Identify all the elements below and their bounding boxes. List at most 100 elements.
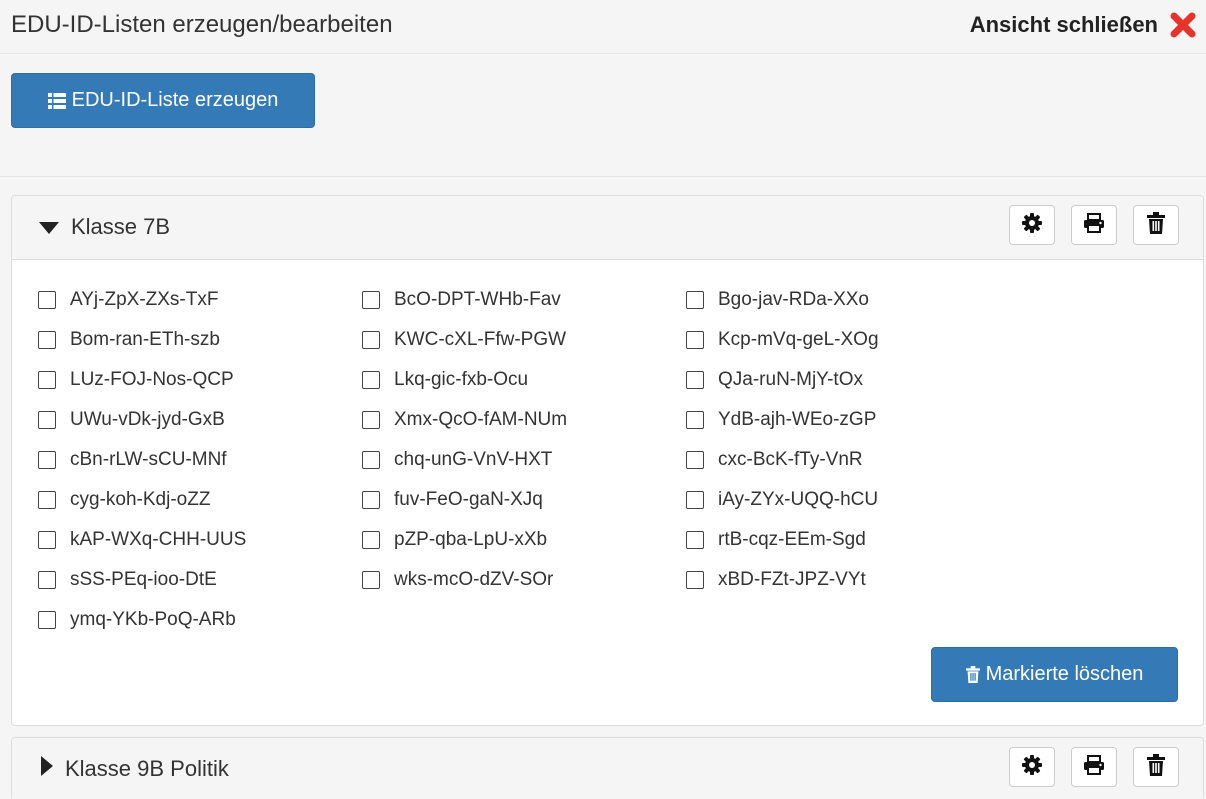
settings-button[interactable] xyxy=(1009,747,1055,787)
edu-id-item[interactable]: YdB-ajh-WEo-zGP xyxy=(686,400,876,440)
edu-id-item[interactable]: Xmx-QcO-fAM-NUm xyxy=(362,400,567,440)
delete-marked-button[interactable]: Markierte löschen xyxy=(931,647,1178,702)
edu-id-checkbox[interactable] xyxy=(362,531,380,549)
edu-id-checkbox[interactable] xyxy=(38,491,56,509)
print-icon xyxy=(1083,212,1105,238)
edu-id-checkbox[interactable] xyxy=(38,411,56,429)
edu-id-label: chq-unG-VnV-HXT xyxy=(394,449,553,470)
list-panel: Klasse 7B AYj-ZpX-ZXs-TxF BcO-DPT-WHb-Fa… xyxy=(11,195,1204,726)
edu-id-label: cBn-rLW-sCU-MNf xyxy=(70,449,227,470)
edu-id-checkbox[interactable] xyxy=(38,291,56,309)
close-view-link[interactable]: Ansicht schließen xyxy=(970,10,1198,40)
caret-down-icon xyxy=(39,214,59,240)
gear-icon xyxy=(1022,754,1042,780)
print-icon xyxy=(1083,754,1105,780)
edu-id-label: xBD-FZt-JPZ-VYt xyxy=(718,569,866,590)
panel-heading: Klasse 7B xyxy=(12,196,1203,260)
edu-id-checkbox[interactable] xyxy=(686,451,704,469)
edu-id-label: LUz-FOJ-Nos-QCP xyxy=(70,369,234,390)
edu-id-item[interactable]: xBD-FZt-JPZ-VYt xyxy=(686,560,866,600)
edu-id-item[interactable]: cBn-rLW-sCU-MNf xyxy=(38,440,227,480)
edu-id-checkbox[interactable] xyxy=(686,291,704,309)
panel-toggle[interactable]: Klasse 9B Politik xyxy=(39,756,229,782)
create-list-label: EDU-ID-Liste erzeugen xyxy=(71,89,279,111)
panel-actions xyxy=(993,747,1179,787)
edu-id-item[interactable]: LUz-FOJ-Nos-QCP xyxy=(38,360,234,400)
edu-id-item[interactable]: iAy-ZYx-UQQ-hCU xyxy=(686,480,878,520)
create-list-button[interactable]: EDU-ID-Liste erzeugen xyxy=(11,73,315,128)
edu-id-checkbox[interactable] xyxy=(38,571,56,589)
trash-icon xyxy=(965,666,980,683)
panel-toggle[interactable]: Klasse 7B xyxy=(39,214,170,240)
edu-id-item[interactable]: AYj-ZpX-ZXs-TxF xyxy=(38,280,218,320)
edu-id-checkbox[interactable] xyxy=(38,331,56,349)
edu-id-item[interactable]: UWu-vDk-jyd-GxB xyxy=(38,400,225,440)
edu-id-item[interactable]: KWC-cXL-Ffw-PGW xyxy=(362,320,566,360)
edu-id-checkbox[interactable] xyxy=(686,411,704,429)
edu-id-item[interactable]: fuv-FeO-gaN-XJq xyxy=(362,480,543,520)
edu-id-checkbox[interactable] xyxy=(686,371,704,389)
list-icon xyxy=(47,92,66,109)
edu-id-item[interactable]: ymq-YKb-PoQ-ARb xyxy=(38,600,236,640)
edu-id-checkbox[interactable] xyxy=(362,371,380,389)
edu-id-label: ymq-YKb-PoQ-ARb xyxy=(70,609,236,630)
panel-heading: Klasse 9B Politik xyxy=(12,738,1203,799)
panel-title: Klasse 9B Politik xyxy=(65,756,229,781)
edu-id-checkbox[interactable] xyxy=(38,611,56,629)
edu-id-item[interactable]: Lkq-gic-fxb-Ocu xyxy=(362,360,528,400)
edu-id-item[interactable]: sSS-PEq-ioo-DtE xyxy=(38,560,217,600)
edu-id-item[interactable]: wks-mcO-dZV-SOr xyxy=(362,560,553,600)
edu-id-checkbox[interactable] xyxy=(686,571,704,589)
view-header: EDU-ID-Listen erzeugen/bearbeiten Ansich… xyxy=(0,0,1206,54)
edu-id-checkbox[interactable] xyxy=(686,531,704,549)
print-button[interactable] xyxy=(1071,747,1117,787)
edu-id-item[interactable]: cxc-BcK-fTy-VnR xyxy=(686,440,863,480)
edu-id-checkbox[interactable] xyxy=(38,371,56,389)
edu-id-checkbox[interactable] xyxy=(362,411,380,429)
edu-id-checkbox[interactable] xyxy=(362,451,380,469)
close-view-label: Ansicht schließen xyxy=(969,12,1158,37)
delete-list-button[interactable] xyxy=(1133,747,1179,787)
edu-id-label: kAP-WXq-CHH-UUS xyxy=(70,529,247,550)
edu-id-item[interactable]: Kcp-mVq-geL-XOg xyxy=(686,320,879,360)
edu-id-label: KWC-cXL-Ffw-PGW xyxy=(394,329,567,350)
edu-id-label: sSS-PEq-ioo-DtE xyxy=(70,569,217,590)
edu-id-item[interactable]: Bom-ran-ETh-szb xyxy=(38,320,220,360)
edu-id-checkbox[interactable] xyxy=(362,291,380,309)
panel-title: Klasse 7B xyxy=(71,214,171,239)
edu-id-item[interactable]: cyg-koh-Kdj-oZZ xyxy=(38,480,210,520)
page: EDU-ID-Listen erzeugen/bearbeiten Ansich… xyxy=(0,0,1206,799)
edu-id-label: fuv-FeO-gaN-XJq xyxy=(394,489,543,510)
page-title: EDU-ID-Listen erzeugen/bearbeiten xyxy=(11,11,393,38)
edu-id-checkbox[interactable] xyxy=(686,491,704,509)
edu-id-label: cyg-koh-Kdj-oZZ xyxy=(70,489,211,510)
edu-id-checkbox[interactable] xyxy=(686,331,704,349)
edu-id-item[interactable]: rtB-cqz-EEm-Sgd xyxy=(686,520,866,560)
edu-id-item[interactable]: chq-unG-VnV-HXT xyxy=(362,440,552,480)
toolbar: EDU-ID-Liste erzeugen xyxy=(0,55,1206,177)
edu-id-item[interactable]: QJa-ruN-MjY-tOx xyxy=(686,360,863,400)
delete-list-button[interactable] xyxy=(1133,205,1179,245)
edu-id-checkbox[interactable] xyxy=(362,571,380,589)
close-icon xyxy=(1168,10,1198,40)
edu-id-item[interactable]: kAP-WXq-CHH-UUS xyxy=(38,520,246,560)
settings-button[interactable] xyxy=(1009,205,1055,245)
edu-id-label: Bgo-jav-RDa-XXo xyxy=(718,289,869,310)
edu-id-item[interactable]: pZP-qba-LpU-xXb xyxy=(362,520,547,560)
edu-id-label: Lkq-gic-fxb-Ocu xyxy=(394,369,529,390)
list-panel: Klasse 9B Politik xyxy=(11,737,1204,799)
edu-id-item[interactable]: BcO-DPT-WHb-Fav xyxy=(362,280,561,320)
trash-icon xyxy=(1147,753,1165,781)
edu-id-checkbox[interactable] xyxy=(38,451,56,469)
edu-id-label: Xmx-QcO-fAM-NUm xyxy=(394,409,568,430)
edu-id-checkbox[interactable] xyxy=(362,491,380,509)
edu-id-label: Bom-ran-ETh-szb xyxy=(70,329,220,350)
edu-id-label: cxc-BcK-fTy-VnR xyxy=(718,449,863,470)
print-button[interactable] xyxy=(1071,205,1117,245)
edu-id-checkbox[interactable] xyxy=(362,331,380,349)
edu-id-checkbox[interactable] xyxy=(38,531,56,549)
delete-marked-label: Markierte löschen xyxy=(985,663,1144,685)
edu-id-item[interactable]: Bgo-jav-RDa-XXo xyxy=(686,280,869,320)
panel-actions xyxy=(993,205,1179,245)
caret-right-icon xyxy=(39,756,53,782)
